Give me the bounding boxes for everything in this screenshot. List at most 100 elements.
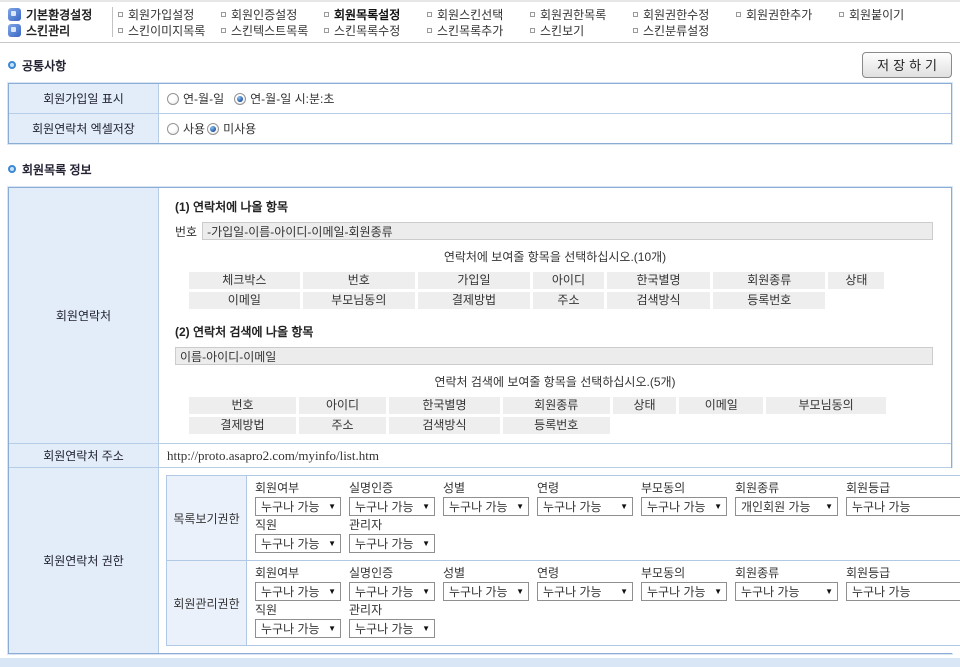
field-option-cell[interactable]: 주소 [299,417,386,434]
field-option-cell[interactable]: 이메일 [679,397,763,414]
contact-item-grid-row-2: 이메일부모님동의결제방법주소검색방식등록번호 [189,292,927,309]
field-option-cell[interactable]: 번호 [303,272,415,289]
permission-select[interactable]: 누구나 가능 ▼ [255,582,341,601]
field-option-cell[interactable]: 결제방법 [418,292,530,309]
permission-select[interactable]: 누구나 가능 ▼ [255,534,341,553]
nav-menu-item[interactable]: 회원목록설정 [324,6,427,23]
nav-menu-item-label: 회원권한추가 [746,6,812,23]
field-option-cell[interactable]: 검색방식 [389,417,500,434]
permission-field: 성별 누구나 가능 ▼ [443,481,529,516]
nav-menu-item-label: 회원인증설정 [231,6,297,23]
nav-menu-item[interactable]: 스킨분류설정 [633,22,736,39]
nav-menu-item-label: 스킨보기 [540,22,584,39]
radio-option-no-use[interactable]: 미사용 [207,120,256,137]
nav-menu-item[interactable]: 회원권한목록 [530,6,633,23]
radio-icon-selected[interactable] [207,123,219,135]
permission-select[interactable]: 누구나 가능 ▼ [641,497,727,516]
dropdown-arrow-icon: ▼ [516,588,524,596]
nav-menu-item[interactable]: 회원권한추가 [736,6,839,23]
radio-icon[interactable] [167,123,179,135]
window-icon [8,24,21,37]
nav-menu-item[interactable]: 회원붙이기 [839,6,942,23]
field-option-cell[interactable]: 주소 [533,292,604,309]
field-option-cell[interactable] [679,417,763,434]
field-option-cell[interactable]: 한국별명 [389,397,500,414]
field-option-cell[interactable] [613,417,676,434]
field-option-cell[interactable]: 부모님동의 [303,292,415,309]
field-option-cell[interactable]: 부모님동의 [766,397,886,414]
search-item-grid-row-1: 번호아이디한국별명회원종류상태이메일부모님동의 [189,397,927,414]
search-items-input[interactable] [175,347,933,365]
dropdown-arrow-icon: ▼ [516,503,524,511]
permission-select[interactable]: 누구나 가능 ▼ [349,582,435,601]
field-option-cell[interactable]: 가입일 [418,272,530,289]
permission-select[interactable]: 누구나 가능 ▼ [641,582,727,601]
permission-select[interactable]: 누구나 가능 ▼ [846,582,960,601]
permission-select[interactable]: 누구나 가능 ▼ [349,497,435,516]
permission-select[interactable]: 누구나 가능 ▼ [443,582,529,601]
nav-menu-item[interactable]: 스킨목록추가 [427,22,530,39]
square-bullet-icon [427,12,432,17]
field-option-cell[interactable]: 회원종류 [713,272,825,289]
field-option-cell[interactable]: 결제방법 [189,417,296,434]
permission-select[interactable]: 누구나 가능 ▼ [443,497,529,516]
field-option-cell[interactable]: 한국별명 [607,272,710,289]
dropdown-arrow-icon: ▼ [328,625,336,633]
permission-fields: 회원여부 누구나 가능 ▼ 실명인증 [247,476,960,560]
field-option-cell[interactable] [828,292,884,309]
field-option-cell[interactable]: 회원종류 [503,397,610,414]
radio-option-datetime[interactable]: 연-월-일 시:분:초 [234,90,334,107]
square-bullet-icon [633,12,638,17]
field-option-cell[interactable]: 등록번호 [713,292,825,309]
page-bottom-strip [0,658,960,667]
radio-option-use[interactable]: 사용 [167,120,205,137]
field-option-cell[interactable]: 상태 [613,397,676,414]
field-option-cell[interactable]: 아이디 [299,397,386,414]
radio-icon[interactable] [167,93,179,105]
nav-menu-item[interactable]: 스킨이미지목록 [118,22,221,39]
row-content-address: http://proto.asapro2.com/myinfo/list.htm [159,444,951,467]
select-value: 누구나 가능 [355,535,414,552]
permission-select[interactable]: 누구나 가능 ▼ [349,534,435,553]
permission-select[interactable]: 누구나 가능 ▼ [255,497,341,516]
select-value: 누구나 가능 [261,620,320,637]
permission-select[interactable]: 누구나 가능 ▼ [349,619,435,638]
field-option-cell[interactable]: 아이디 [533,272,604,289]
contact-items-input[interactable] [202,222,933,240]
radio-icon-selected[interactable] [234,93,246,105]
field-option-cell[interactable]: 번호 [189,397,296,414]
nav-menu-item[interactable]: 회원권한수정 [633,6,736,23]
nav-menu-row-2: 스킨이미지목록 스킨텍스트목록 스킨목록수정 스킨목록추가 [118,22,954,38]
field-option-cell[interactable]: 체크박스 [189,272,300,289]
permission-field: 회원종류 누구나 가능 ▼ [735,566,838,601]
nav-menu-item-label: 스킨목록추가 [437,22,503,39]
permission-select[interactable]: 누구나 가능 ▼ [255,619,341,638]
nav-menu-item-label: 회원가입설정 [128,6,194,23]
field-option-cell[interactable]: 검색방식 [607,292,710,309]
radio-option-date[interactable]: 연-월-일 [167,90,224,107]
nav-group-label: 스킨관리 [26,22,70,39]
nav-group-label: 기본환경설정 [26,6,92,23]
field-option-cell[interactable]: 등록번호 [503,417,610,434]
permission-select[interactable]: 누구나 가능 ▼ [846,497,960,516]
nav-menu-item[interactable]: 회원가입설정 [118,6,221,23]
permission-select[interactable]: 개인회원 가능 ▼ [735,497,838,516]
nav-menu-item[interactable]: 스킨텍스트목록 [221,22,324,39]
nav-menu-item[interactable]: 스킨보기 [530,22,633,39]
field-option-cell[interactable]: 상태 [828,272,884,289]
permission-select[interactable]: 누구나 가능 ▼ [735,582,838,601]
permission-select[interactable]: 누구나 가능 ▼ [537,582,633,601]
common-settings-table: 회원가입일 표시 연-월-일 연-월-일 시:분:초 회원연락처 엑셀저장 사용… [8,83,952,144]
field-option-cell[interactable]: 이메일 [189,292,300,309]
save-button[interactable]: 저장하기 [862,52,952,78]
field-label: 회원종류 [735,481,838,495]
field-option-cell[interactable] [766,417,886,434]
nav-group-basic-settings[interactable]: 기본환경설정 [8,6,107,22]
nav-menu-item[interactable]: 회원스킨선택 [427,6,530,23]
nav-group-skin-management[interactable]: 스킨관리 [8,22,107,38]
field-label: 실명인증 [349,481,435,495]
nav-menu-item[interactable]: 회원인증설정 [221,6,324,23]
permission-select[interactable]: 누구나 가능 ▼ [537,497,633,516]
permission-field: 연령 누구나 가능 ▼ [537,566,633,601]
nav-menu-item[interactable]: 스킨목록수정 [324,22,427,39]
